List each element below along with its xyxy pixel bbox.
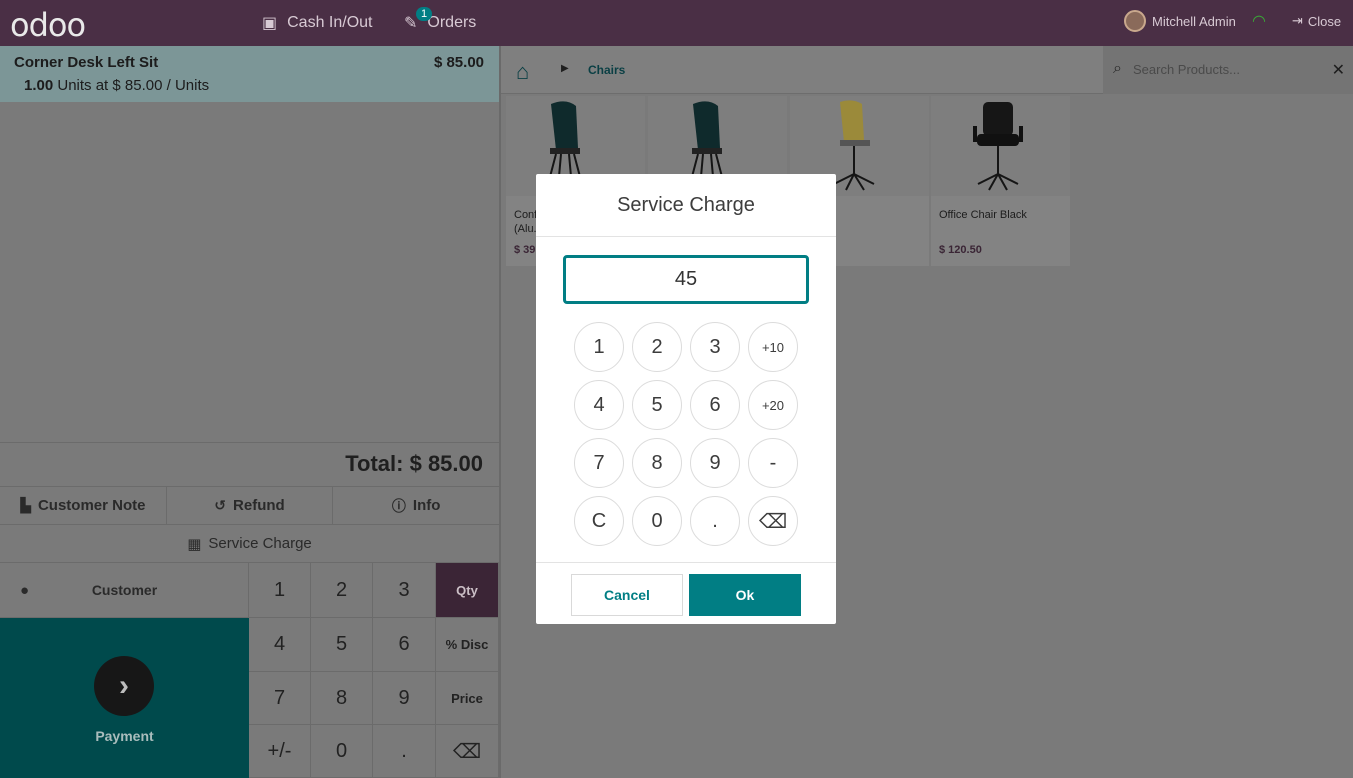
numpad-mode-price[interactable]: Price	[436, 672, 499, 725]
dialog-key-plus-10[interactable]: +10	[748, 322, 798, 372]
order-numpad: 1 2 3 Qty 4 5 6 % Disc 7 8 9 Price +/- 0…	[249, 563, 499, 778]
search-icon: ⌕	[1113, 60, 1122, 77]
top-bar: odoo ▣ Cash In/Out ✎ 1 Orders Mitchell A…	[0, 0, 1353, 46]
dialog-key-8[interactable]: 8	[632, 438, 682, 488]
info-button[interactable]: ⓘ Info	[333, 487, 499, 524]
numpad-key-decimal[interactable]: .	[373, 725, 436, 778]
dialog-key-0[interactable]: 0	[632, 496, 682, 546]
dialog-key-4[interactable]: 4	[574, 380, 624, 430]
close-button[interactable]: ⇥ Close	[1292, 0, 1341, 42]
payment-label: Payment	[95, 728, 154, 744]
breadcrumb-chairs[interactable]: Chairs	[588, 63, 625, 77]
numpad-key-7[interactable]: 7	[249, 672, 311, 725]
chevron-right-icon: ›	[94, 656, 154, 716]
clear-search-icon[interactable]: ✕	[1332, 60, 1345, 80]
customer-label: Customer	[91, 582, 158, 598]
numpad-key-3[interactable]: 3	[373, 563, 436, 618]
service-charge-button[interactable]: ▦ Service Charge	[0, 525, 499, 563]
numpad-key-5[interactable]: 5	[311, 618, 373, 672]
home-icon[interactable]: ⌂	[516, 59, 529, 85]
info-icon: ⓘ	[391, 497, 406, 514]
odoo-logo: odoo	[10, 6, 86, 44]
dialog-key-6[interactable]: 6	[690, 380, 740, 430]
dialog-title: Service Charge	[536, 174, 836, 237]
control-buttons: ▙ Customer Note ↺ Refund ⓘ Info	[0, 486, 499, 525]
cash-icon: ▣	[262, 15, 278, 32]
caret-right-icon: ▶	[561, 63, 569, 74]
ok-button[interactable]: Ok	[689, 574, 801, 616]
numpad-key-1[interactable]: 1	[249, 563, 311, 618]
dialog-key-1[interactable]: 1	[574, 322, 624, 372]
customer-button[interactable]: ● Customer	[0, 563, 249, 618]
customer-note-label: Customer Note	[37, 497, 146, 514]
payment-button[interactable]: › Payment	[0, 618, 249, 778]
undo-icon: ↺	[214, 497, 227, 513]
search-bar[interactable]: ⌕ Search Products... ✕	[1103, 46, 1353, 94]
cancel-button[interactable]: Cancel	[571, 574, 683, 616]
order-line[interactable]: Corner Desk Left Sit $ 85.00 1.00 Units …	[0, 46, 499, 102]
refund-button[interactable]: ↺ Refund	[167, 487, 334, 524]
orders-label: Orders	[427, 14, 477, 31]
numpad-key-2[interactable]: 2	[311, 563, 373, 618]
calculator-icon: ▦	[187, 535, 202, 553]
total-row: Total: $ 85.00	[0, 442, 499, 486]
order-panel: Corner Desk Left Sit $ 85.00 1.00 Units …	[0, 46, 499, 778]
dialog-key-decimal[interactable]: .	[690, 496, 740, 546]
dialog-key-9[interactable]: 9	[690, 438, 740, 488]
dialog-numpad: 1 2 3 +10 4 5 6 +20 7 8 9 - C 0 . ⌫	[574, 322, 800, 548]
product-price: $ 120.50	[939, 244, 982, 256]
product-image	[931, 96, 1070, 196]
refund-label: Refund	[233, 497, 285, 514]
user-avatar	[1124, 10, 1146, 32]
dialog-key-5[interactable]: 5	[632, 380, 682, 430]
order-line-detail: 1.00 Units at $ 85.00 / Units	[24, 77, 209, 94]
orders-button[interactable]: ✎ 1 Orders	[404, 0, 476, 46]
numpad-key-plus-minus[interactable]: +/-	[249, 725, 311, 778]
product-card[interactable]: Office Chair Black $ 120.50	[931, 96, 1070, 266]
cash-in-out-label: Cash In/Out	[287, 14, 373, 31]
dialog-key-clear[interactable]: C	[574, 496, 624, 546]
info-label: Info	[412, 497, 441, 514]
user-menu[interactable]: Mitchell Admin	[1124, 0, 1236, 42]
order-line-unit-text: Units at $ 85.00 / Units	[57, 77, 210, 94]
numpad-key-9[interactable]: 9	[373, 672, 436, 725]
numpad-mode-discount[interactable]: % Disc	[436, 618, 499, 672]
order-line-price: $ 85.00	[433, 54, 484, 71]
dialog-key-3[interactable]: 3	[690, 322, 740, 372]
customer-note-button[interactable]: ▙ Customer Note	[0, 487, 167, 524]
order-line-name: Corner Desk Left Sit	[14, 54, 159, 71]
product-name: Office Chair Black	[939, 209, 1027, 221]
order-line-qty: 1.00	[24, 77, 54, 94]
numpad-mode-qty[interactable]: Qty	[436, 563, 499, 618]
numpad-key-6[interactable]: 6	[373, 618, 436, 672]
service-charge-dialog: Service Charge 45 1 2 3 +10 4 5 6 +20 7 …	[536, 174, 836, 624]
note-icon: ▙	[20, 497, 31, 513]
products-header: ⌂ ▶ Chairs ⌕ Search Products... ✕	[501, 46, 1353, 94]
dialog-key-7[interactable]: 7	[574, 438, 624, 488]
orders-count-badge: 1	[416, 7, 433, 21]
numpad-key-8[interactable]: 8	[311, 672, 373, 725]
order-total: Total: $ 85.00	[345, 451, 483, 476]
sign-out-icon: ⇥	[1292, 13, 1303, 28]
dialog-footer: Cancel Ok	[536, 562, 836, 624]
close-label: Close	[1307, 13, 1342, 29]
dialog-key-2[interactable]: 2	[632, 322, 682, 372]
cash-in-out-button[interactable]: ▣ Cash In/Out	[262, 0, 373, 46]
dialog-key-minus[interactable]: -	[748, 438, 798, 488]
user-name: Mitchell Admin	[1152, 13, 1236, 29]
dialog-key-plus-20[interactable]: +20	[748, 380, 798, 430]
numpad-key-0[interactable]: 0	[311, 725, 373, 778]
numpad-key-4[interactable]: 4	[249, 618, 311, 672]
search-input[interactable]: Search Products...	[1133, 62, 1240, 77]
service-charge-input[interactable]: 45	[563, 255, 809, 304]
service-charge-label: Service Charge	[208, 535, 312, 552]
wifi-icon: ◠	[1252, 13, 1266, 30]
backspace-icon[interactable]: ⌫	[748, 496, 798, 546]
backspace-icon[interactable]: ⌫	[436, 725, 499, 778]
